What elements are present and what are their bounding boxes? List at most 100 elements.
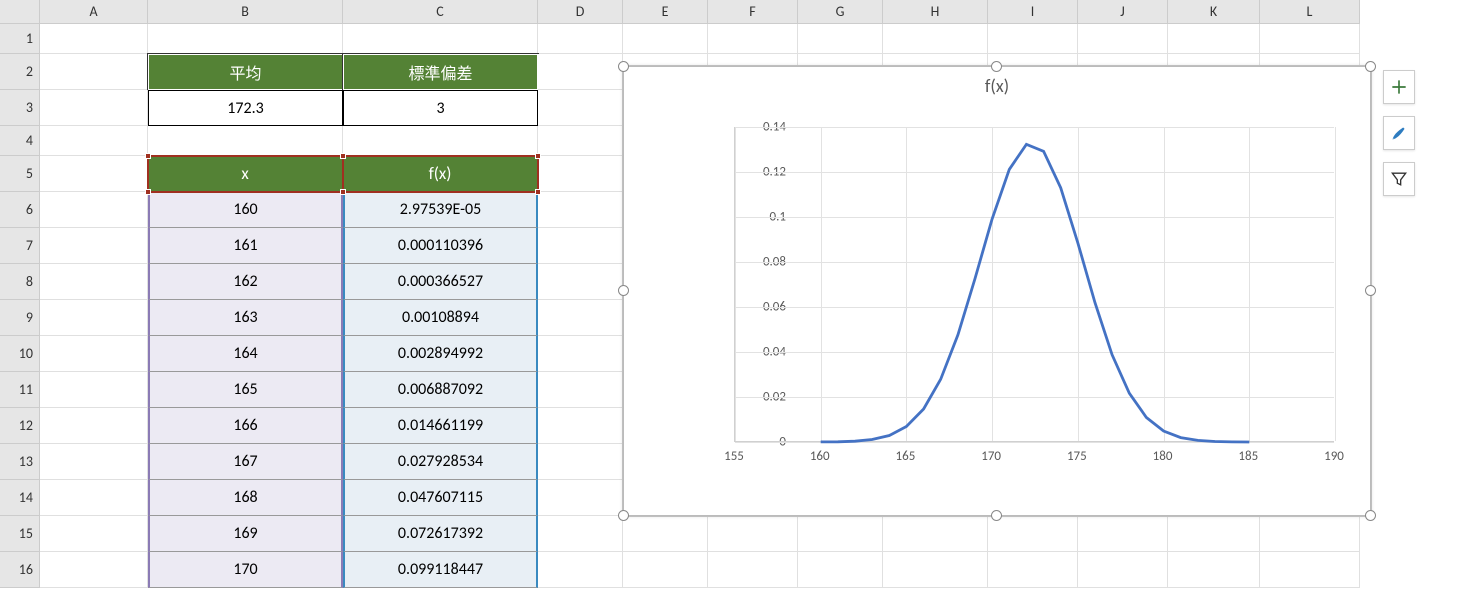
cell-D14[interactable] <box>538 480 623 516</box>
cell-B13[interactable]: 167 <box>148 444 343 480</box>
cell-I1[interactable] <box>988 24 1078 54</box>
row-header-15[interactable]: 15 <box>0 516 40 552</box>
cell-B4[interactable] <box>148 126 343 156</box>
cell-D1[interactable] <box>538 24 623 54</box>
cell-D16[interactable] <box>538 552 623 588</box>
row-header-5[interactable]: 5 <box>0 156 40 192</box>
row-header-7[interactable]: 7 <box>0 228 40 264</box>
cell-A3[interactable] <box>40 90 148 126</box>
cell-D9[interactable] <box>538 300 623 336</box>
col-header-D[interactable]: D <box>538 0 623 24</box>
cell-J15[interactable] <box>1078 516 1168 552</box>
col-header-C[interactable]: C <box>343 0 538 24</box>
cell-A6[interactable] <box>40 192 148 228</box>
row-header-12[interactable]: 12 <box>0 408 40 444</box>
cell-F16[interactable] <box>708 552 798 588</box>
col-header-B[interactable]: B <box>148 0 343 24</box>
cell-B8[interactable]: 162 <box>148 264 343 300</box>
chart-plot-area[interactable]: 00.020.040.060.080.10.120.14 15516016517… <box>686 127 1346 462</box>
cell-L1[interactable] <box>1260 24 1360 54</box>
chart-resize-handle-e[interactable] <box>1365 285 1376 296</box>
cell-A11[interactable] <box>40 372 148 408</box>
cell-E15[interactable] <box>623 516 708 552</box>
cell-B10[interactable]: 164 <box>148 336 343 372</box>
cell-C15[interactable]: 0.072617392 <box>343 516 538 552</box>
cell-C8[interactable]: 0.000366527 <box>343 264 538 300</box>
col-header-E[interactable]: E <box>623 0 708 24</box>
cell-C3-std-value[interactable]: 3 <box>343 90 538 126</box>
cell-C6[interactable]: 2.97539E-05 <box>343 192 538 228</box>
cell-A2[interactable] <box>40 54 148 90</box>
col-header-H[interactable]: H <box>883 0 988 24</box>
col-header-K[interactable]: K <box>1168 0 1260 24</box>
cell-B6[interactable]: 160 <box>148 192 343 228</box>
col-header-I[interactable]: I <box>988 0 1078 24</box>
chart-resize-handle-s[interactable] <box>991 510 1002 521</box>
cell-H16[interactable] <box>883 552 988 588</box>
row-header-3[interactable]: 3 <box>0 90 40 126</box>
row-header-6[interactable]: 6 <box>0 192 40 228</box>
cell-D8[interactable] <box>538 264 623 300</box>
row-header-10[interactable]: 10 <box>0 336 40 372</box>
cell-C10[interactable]: 0.002894992 <box>343 336 538 372</box>
cell-C9[interactable]: 0.00108894 <box>343 300 538 336</box>
row-header-4[interactable]: 4 <box>0 126 40 156</box>
cell-B11[interactable]: 165 <box>148 372 343 408</box>
col-header-L[interactable]: L <box>1260 0 1360 24</box>
row-header-1[interactable]: 1 <box>0 24 40 54</box>
chart-line-series[interactable] <box>735 127 1335 442</box>
cell-L16[interactable] <box>1260 552 1360 588</box>
cell-A13[interactable] <box>40 444 148 480</box>
cell-A16[interactable] <box>40 552 148 588</box>
cell-B15[interactable]: 169 <box>148 516 343 552</box>
cell-C11[interactable]: 0.006887092 <box>343 372 538 408</box>
col-header-F[interactable]: F <box>708 0 798 24</box>
cell-I16[interactable] <box>988 552 1078 588</box>
cell-B14[interactable]: 168 <box>148 480 343 516</box>
cell-E1[interactable] <box>623 24 708 54</box>
cell-H15[interactable] <box>883 516 988 552</box>
cell-I15[interactable] <box>988 516 1078 552</box>
cell-C14[interactable]: 0.047607115 <box>343 480 538 516</box>
cell-L15[interactable] <box>1260 516 1360 552</box>
cell-C12[interactable]: 0.014661199 <box>343 408 538 444</box>
cell-A4[interactable] <box>40 126 148 156</box>
cell-D6[interactable] <box>538 192 623 228</box>
row-header-2[interactable]: 2 <box>0 54 40 90</box>
cell-D13[interactable] <box>538 444 623 480</box>
cell-A8[interactable] <box>40 264 148 300</box>
cell-A7[interactable] <box>40 228 148 264</box>
chart-styles-button[interactable] <box>1383 116 1415 150</box>
cell-E16[interactable] <box>623 552 708 588</box>
row-header-13[interactable]: 13 <box>0 444 40 480</box>
cell-D12[interactable] <box>538 408 623 444</box>
row-header-14[interactable]: 14 <box>0 480 40 516</box>
chart-resize-handle-sw[interactable] <box>618 510 629 521</box>
cell-D5[interactable] <box>538 156 623 192</box>
cell-B9[interactable]: 163 <box>148 300 343 336</box>
cell-A12[interactable] <box>40 408 148 444</box>
cell-C4[interactable] <box>343 126 538 156</box>
cell-B3-mean-value[interactable]: 172.3 <box>148 90 343 126</box>
chart-filters-button[interactable] <box>1383 162 1415 196</box>
cell-C16[interactable]: 0.099118447 <box>343 552 538 588</box>
cell-A15[interactable] <box>40 516 148 552</box>
chart-object[interactable]: f(x) 00.020.040.060.080.10.120.14 155160… <box>623 66 1371 516</box>
cell-J16[interactable] <box>1078 552 1168 588</box>
cell-H1[interactable] <box>883 24 988 54</box>
cell-F1[interactable] <box>708 24 798 54</box>
cell-G1[interactable] <box>798 24 883 54</box>
chart-resize-handle-n[interactable] <box>991 61 1002 72</box>
cell-G16[interactable] <box>798 552 883 588</box>
cell-D15[interactable] <box>538 516 623 552</box>
cell-A5[interactable] <box>40 156 148 192</box>
cell-C7[interactable]: 0.000110396 <box>343 228 538 264</box>
cell-G15[interactable] <box>798 516 883 552</box>
cell-C13[interactable]: 0.027928534 <box>343 444 538 480</box>
cell-D10[interactable] <box>538 336 623 372</box>
cell-B7[interactable]: 161 <box>148 228 343 264</box>
cell-B1[interactable] <box>148 24 343 54</box>
chart-resize-handle-w[interactable] <box>618 285 629 296</box>
chart-elements-button[interactable] <box>1383 70 1415 104</box>
cell-D3[interactable] <box>538 90 623 126</box>
